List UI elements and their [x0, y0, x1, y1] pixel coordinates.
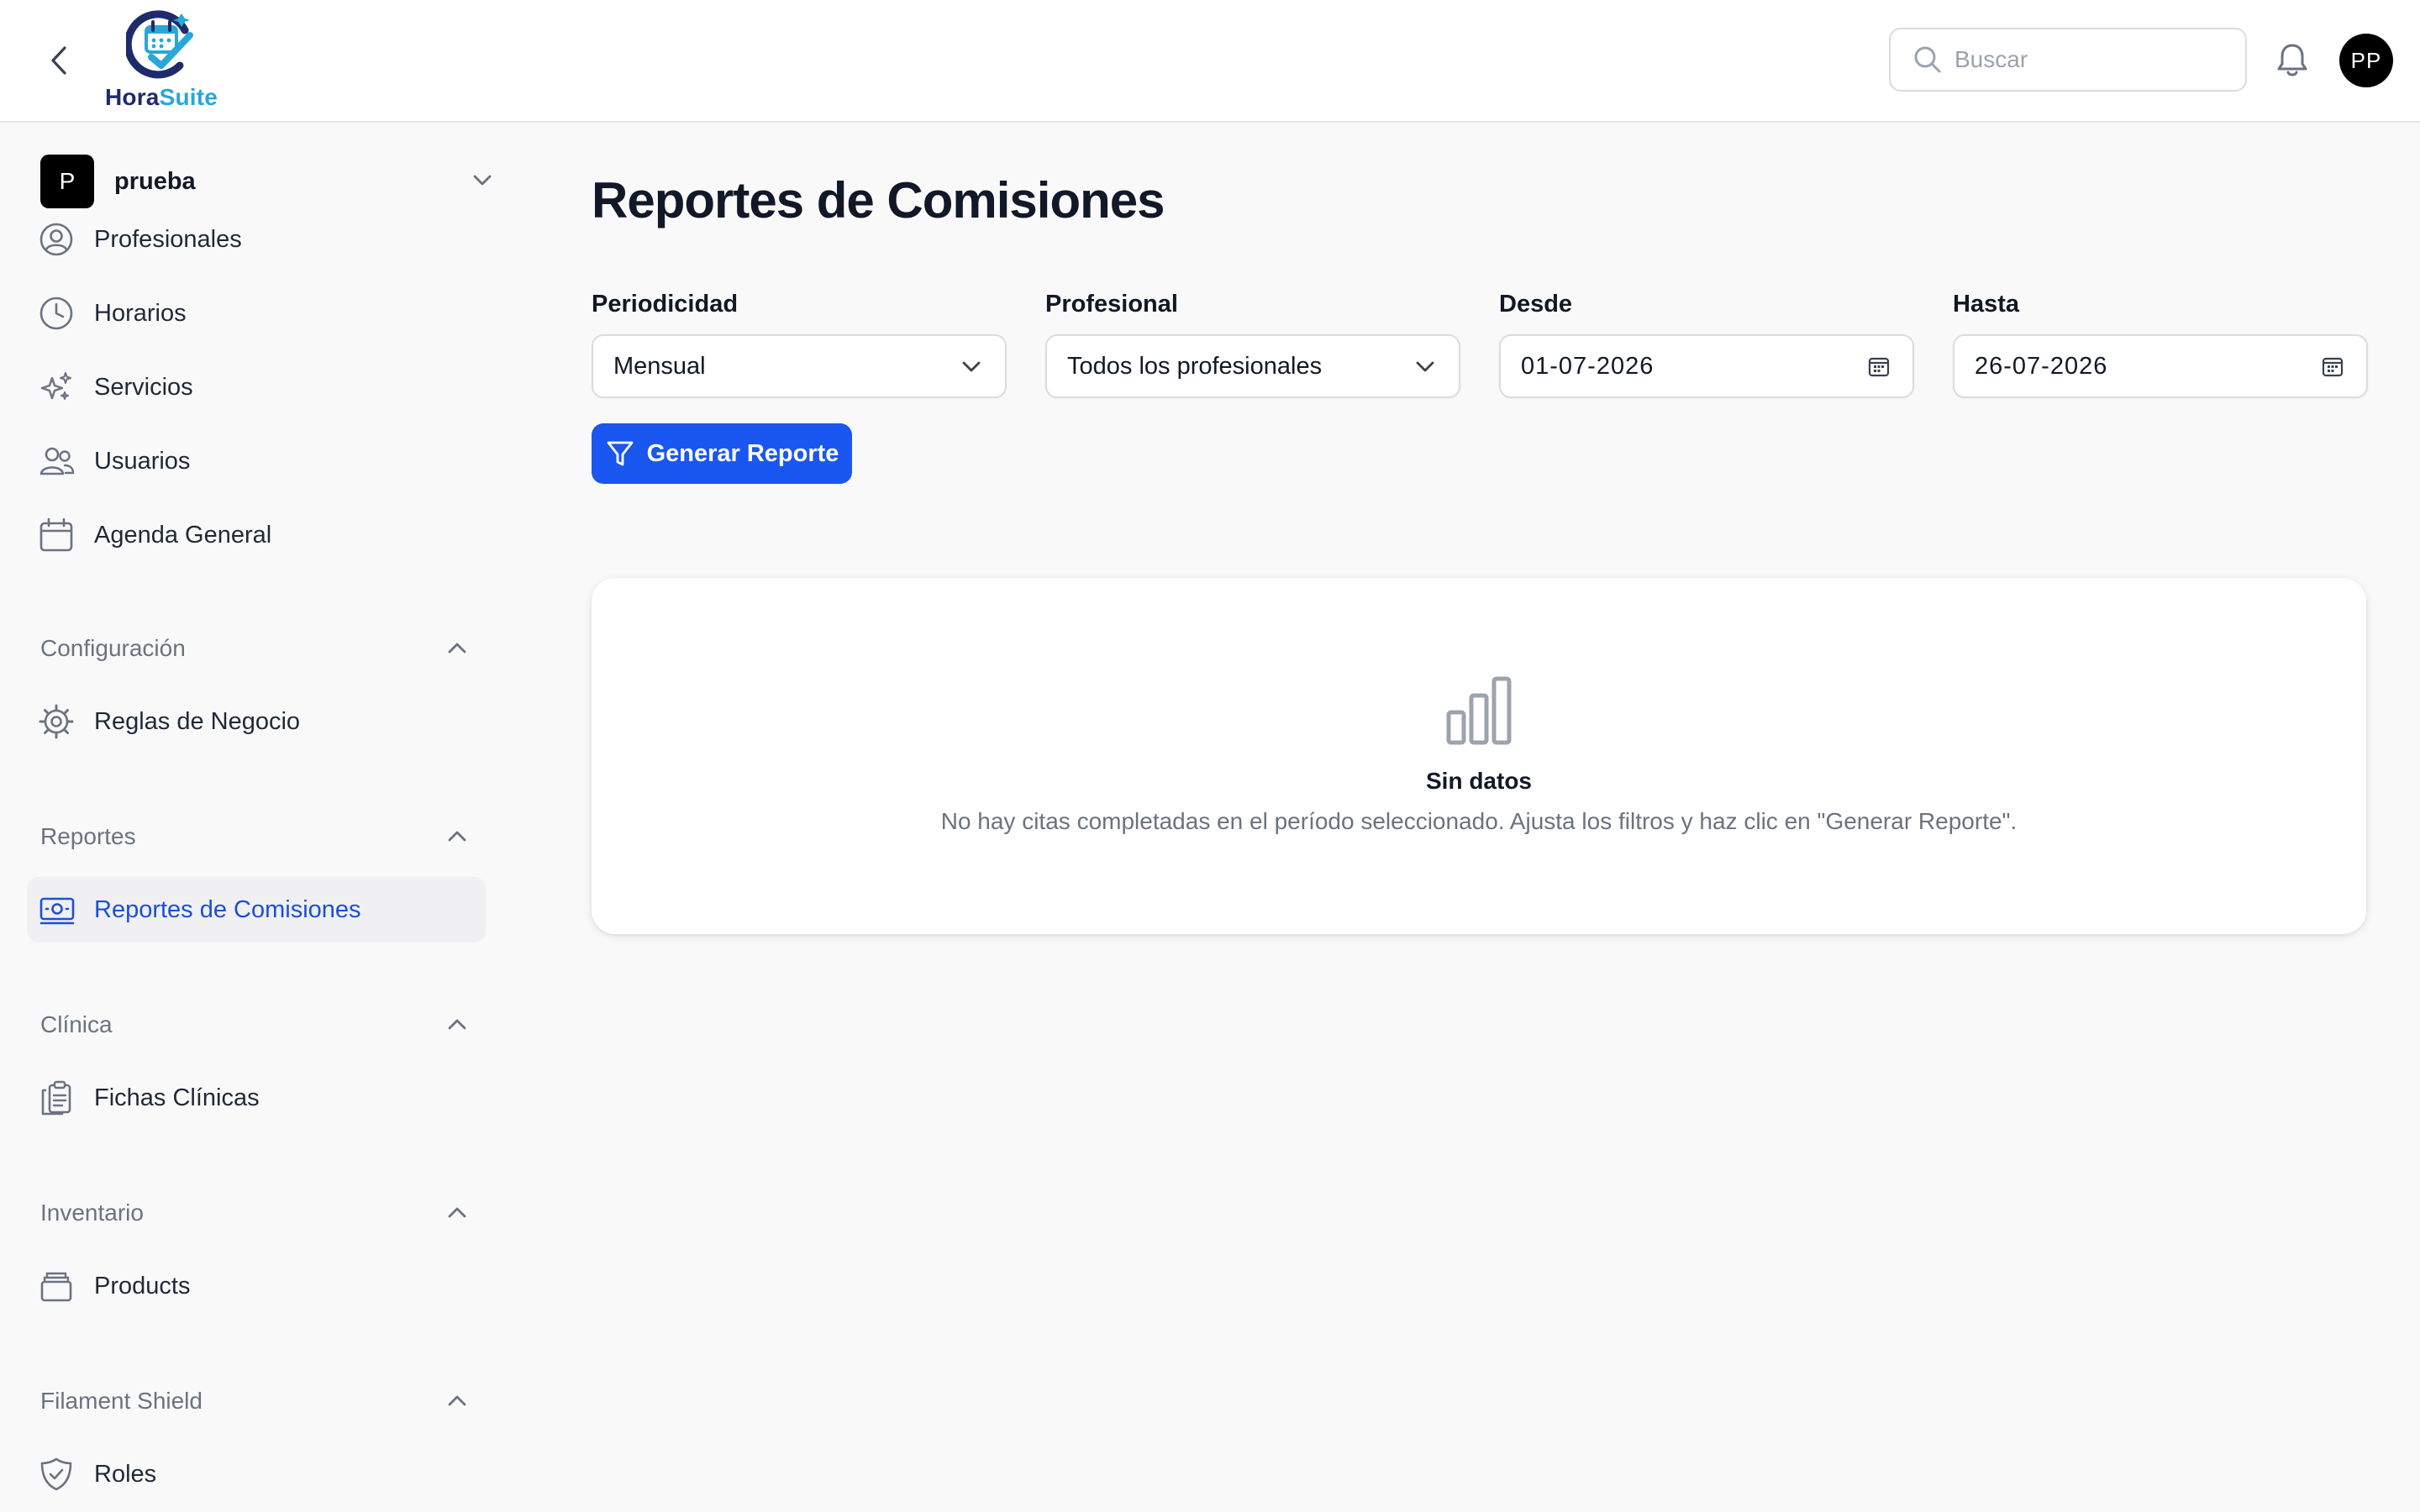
- sidebar-item-agenda-general[interactable]: Agenda General: [27, 502, 486, 568]
- global-search[interactable]: [1889, 28, 2247, 92]
- sidebar-item-label: Profesionales: [94, 225, 242, 253]
- bell-icon: [2277, 44, 2307, 76]
- group-label: Filament Shield: [40, 1388, 203, 1414]
- group-filament-shield[interactable]: Filament Shield: [40, 1380, 469, 1422]
- sidebar-item-fichas-clinicas[interactable]: Fichas Clínicas: [27, 1065, 486, 1131]
- periodicidad-value: Mensual: [613, 352, 706, 380]
- sidebar-item-label: Reportes de Comisiones: [94, 895, 361, 923]
- shield-check-icon: [40, 1457, 72, 1491]
- sidebar-item-label: Servicios: [94, 373, 193, 401]
- group-label: Reportes: [40, 823, 136, 849]
- sidebar-item-label: Usuarios: [94, 447, 191, 475]
- empty-state-title: Sin datos: [1425, 768, 1532, 794]
- sidebar-item-label: Horarios: [94, 299, 187, 327]
- tenant-badge: P: [40, 155, 94, 208]
- chevron-up-icon: [448, 643, 466, 654]
- report-results-card: Sin datos No hay citas completadas en el…: [592, 578, 2366, 934]
- group-label: Configuración: [40, 635, 186, 661]
- profesional-label: Profesional: [1045, 291, 1178, 318]
- generate-report-label: Generar Reporte: [646, 439, 839, 467]
- chevron-down-icon: [473, 175, 492, 186]
- user-avatar[interactable]: PP: [2339, 34, 2393, 87]
- hasta-label: Hasta: [1953, 291, 2019, 318]
- group-clinica[interactable]: Clínica: [40, 1004, 469, 1046]
- empty-state-description: No hay citas completadas en el período s…: [940, 808, 2018, 834]
- tenant-switcher[interactable]: P prueba: [40, 155, 494, 208]
- logo-wordmark: HoraSuite: [103, 84, 220, 111]
- hasta-value: 26-07-2026: [1975, 352, 2108, 380]
- search-icon: [1914, 46, 1941, 73]
- sidebar-item-label: Roles: [94, 1460, 157, 1488]
- back-button[interactable]: [40, 40, 77, 81]
- top-bar: HoraSuite PP: [0, 0, 2420, 123]
- sidebar-item-roles[interactable]: Roles: [27, 1441, 486, 1507]
- sidebar-item-label: Products: [94, 1272, 191, 1299]
- calendar-icon: [1868, 357, 1890, 377]
- clock-icon: [39, 297, 73, 330]
- sidebar-item-servicios[interactable]: Servicios: [27, 354, 486, 420]
- profesional-select[interactable]: Todos los profesionales: [1045, 334, 1460, 398]
- group-label: Clínica: [40, 1011, 113, 1037]
- chevron-down-icon: [962, 361, 981, 372]
- clipboard-documents-icon: [41, 1080, 71, 1116]
- logo-text-suite: Suite: [159, 84, 218, 110]
- calendar-icon: [39, 517, 73, 552]
- search-input[interactable]: [1954, 46, 2232, 73]
- notifications-button[interactable]: [2274, 40, 2311, 81]
- group-reportes[interactable]: Reportes: [40, 816, 469, 858]
- chevron-up-icon: [448, 831, 466, 842]
- sidebar-item-profesionales[interactable]: Profesionales: [27, 207, 486, 272]
- filter-icon: [607, 441, 633, 466]
- sidebar-item-label: Agenda General: [94, 521, 272, 549]
- sidebar-item-label: Reglas de Negocio: [94, 707, 301, 735]
- sidebar-item-usuarios[interactable]: Usuarios: [27, 428, 486, 494]
- app-logo[interactable]: HoraSuite: [103, 10, 220, 113]
- desde-label: Desde: [1499, 291, 1573, 318]
- desde-date-input[interactable]: 01-07-2026: [1499, 334, 1914, 398]
- banknotes-icon: [39, 897, 75, 925]
- group-configuracion[interactable]: Configuración: [40, 627, 469, 669]
- sidebar: P prueba Profesionales Horarios Servicio…: [0, 124, 504, 1512]
- profesional-value: Todos los profesionales: [1067, 352, 1323, 380]
- bar-chart-icon: [1446, 676, 1512, 745]
- sparkles-icon: [40, 372, 71, 400]
- sidebar-item-horarios[interactable]: Horarios: [27, 281, 486, 346]
- hasta-date-input[interactable]: 26-07-2026: [1953, 334, 2368, 398]
- chevron-down-icon: [1416, 361, 1434, 372]
- logo-mark-icon: [126, 10, 193, 79]
- chevron-up-icon: [448, 1395, 466, 1406]
- periodicidad-select[interactable]: Mensual: [592, 334, 1007, 398]
- chevron-up-icon: [448, 1019, 466, 1030]
- desde-value: 01-07-2026: [1521, 352, 1655, 380]
- calendar-icon: [2322, 357, 2344, 377]
- cog-icon: [39, 704, 74, 739]
- chevron-up-icon: [448, 1207, 466, 1218]
- generate-report-button[interactable]: Generar Reporte: [592, 423, 852, 484]
- logo-text-hora: Hora: [104, 84, 160, 110]
- sidebar-item-products[interactable]: Products: [27, 1253, 486, 1319]
- sidebar-item-reglas-de-negocio[interactable]: Reglas de Negocio: [27, 689, 486, 754]
- users-icon: [39, 447, 75, 475]
- sidebar-item-reportes-de-comisiones[interactable]: Reportes de Comisiones: [27, 877, 486, 942]
- group-inventario[interactable]: Inventario: [40, 1192, 469, 1234]
- sidebar-item-label: Fichas Clínicas: [94, 1084, 260, 1111]
- chevron-left-icon: [51, 46, 66, 75]
- group-label: Inventario: [40, 1200, 144, 1226]
- user-circle-icon: [39, 223, 73, 256]
- periodicidad-label: Periodicidad: [592, 291, 739, 318]
- archive-box-icon: [40, 1272, 72, 1302]
- tenant-name: prueba: [114, 167, 196, 195]
- page-title: Reportes de Comisiones: [592, 172, 1165, 228]
